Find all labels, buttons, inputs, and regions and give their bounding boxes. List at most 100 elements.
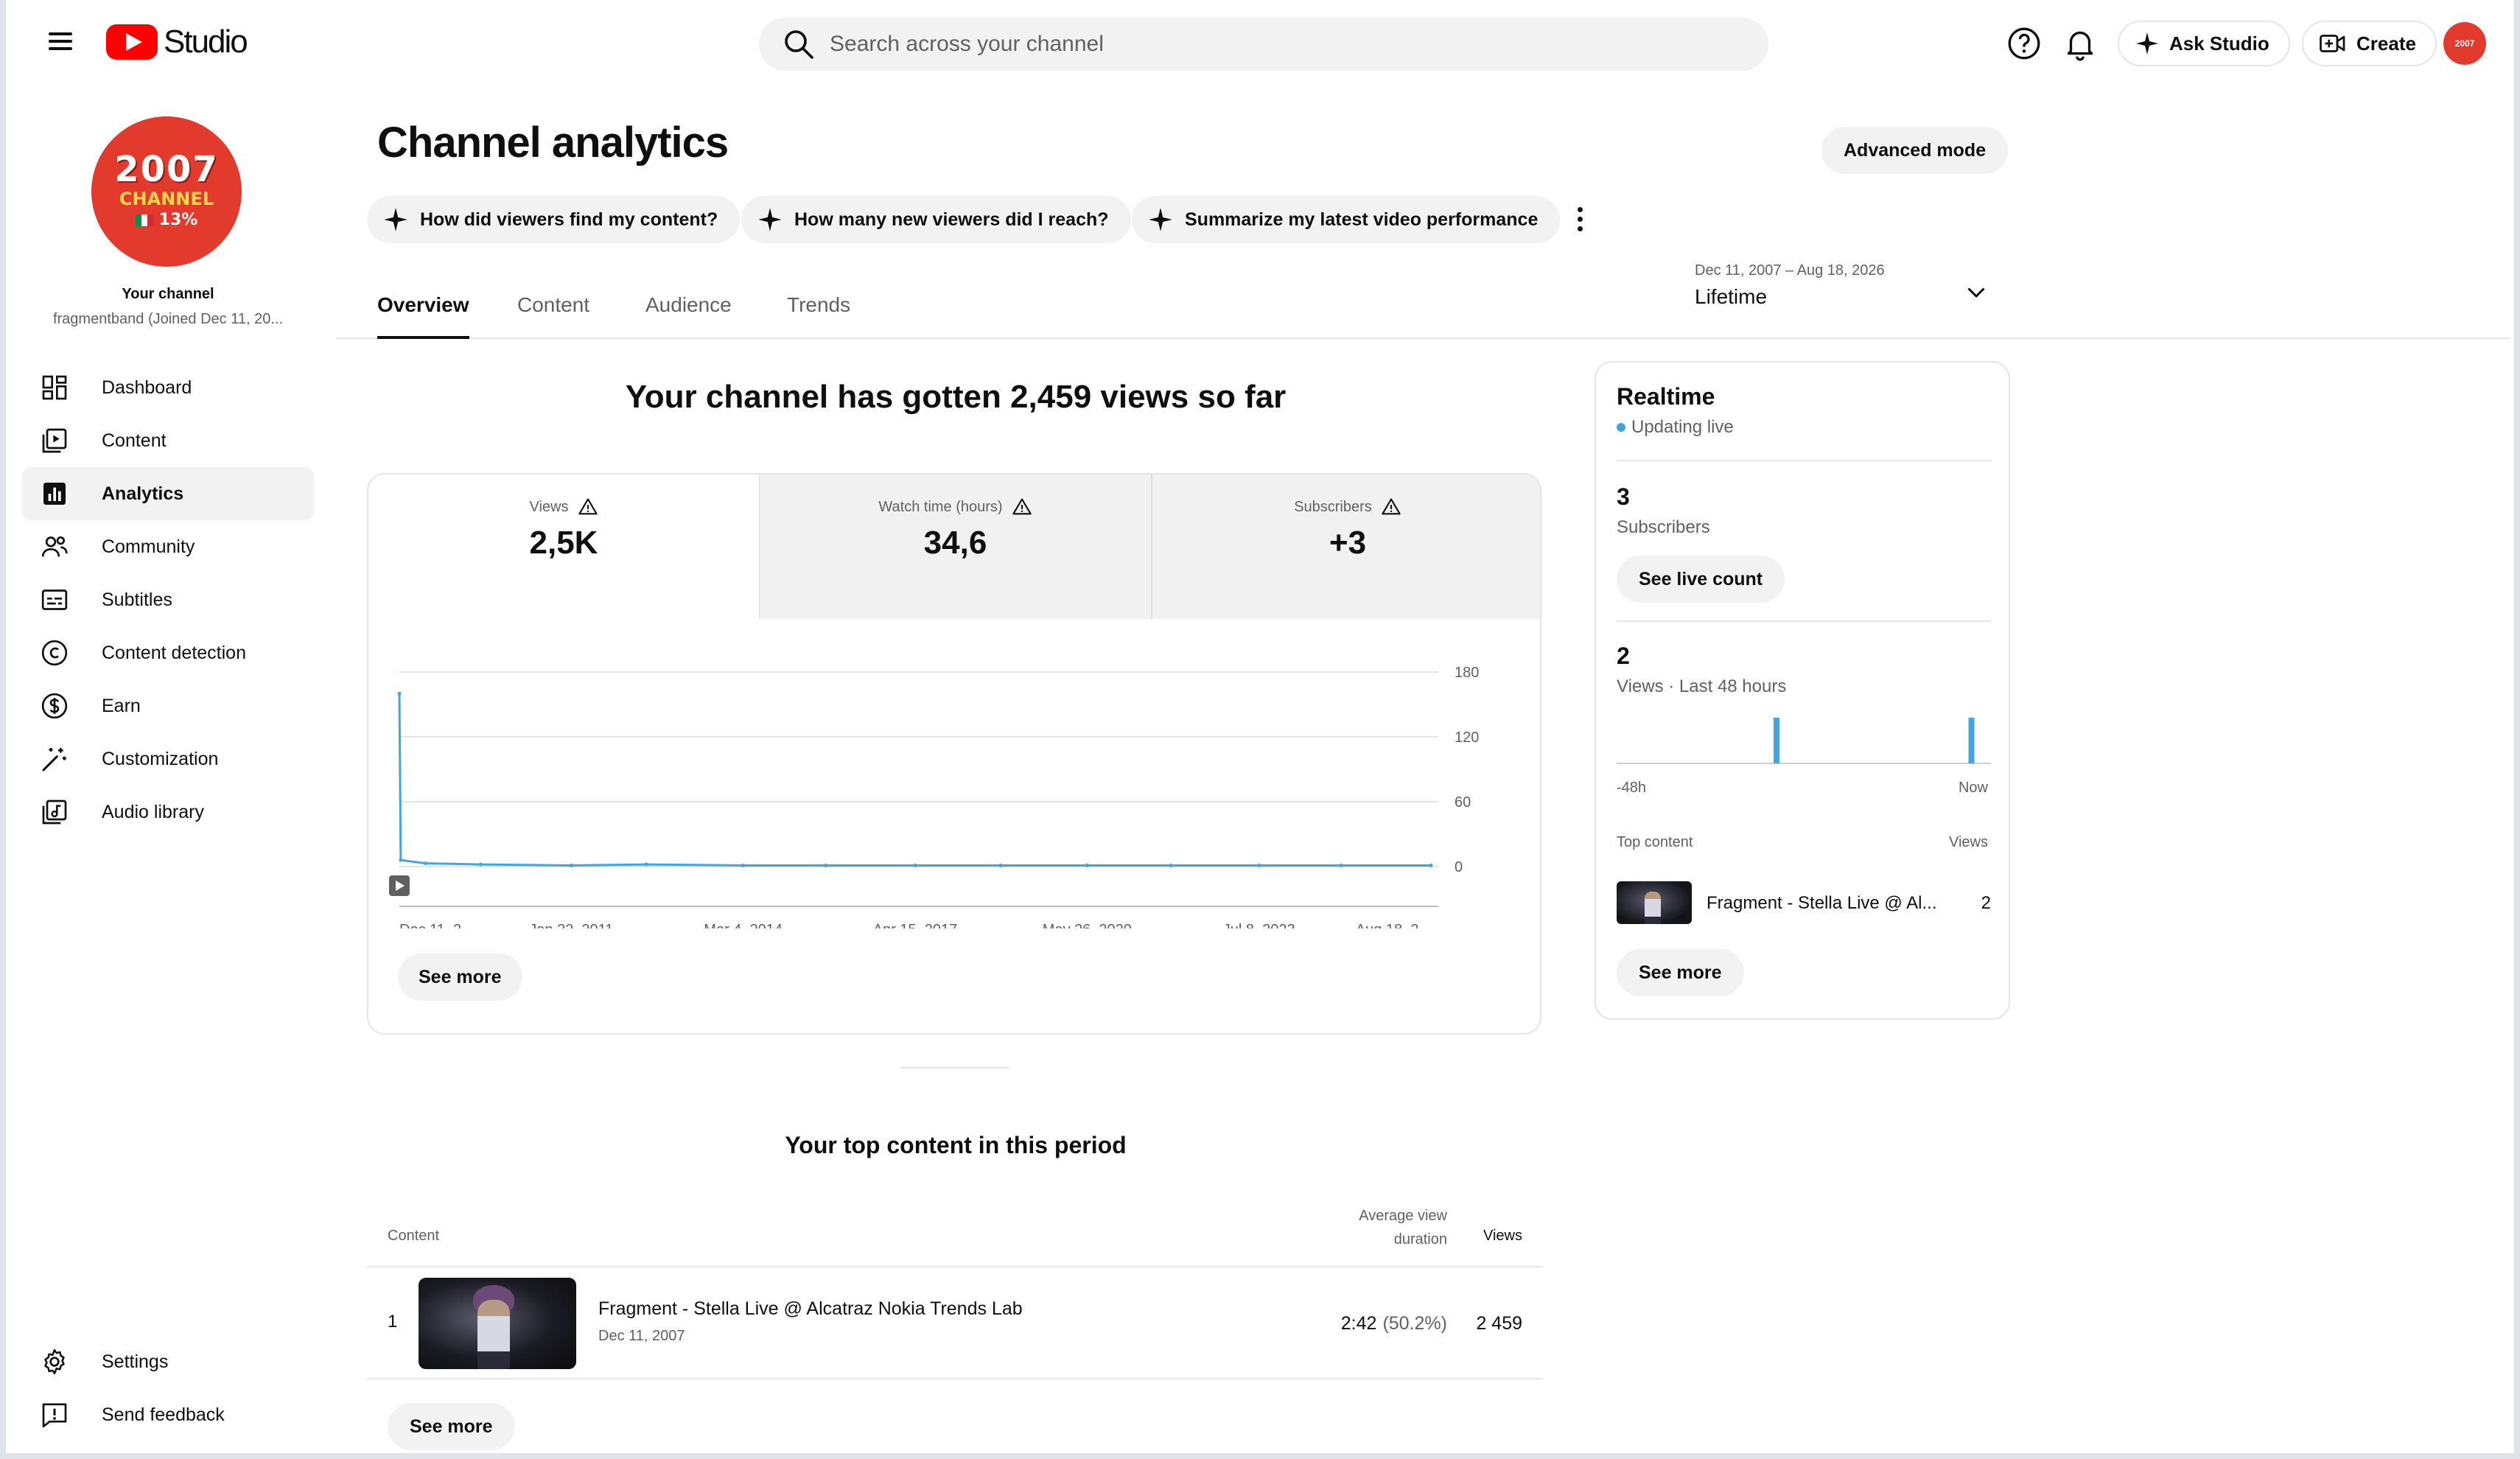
analytics-icon — [38, 477, 71, 510]
sidebar-item-label: Settings — [102, 1351, 169, 1372]
search-bar[interactable] — [759, 18, 1768, 71]
y-tick-label: 60 — [1455, 794, 1471, 811]
help-icon[interactable] — [2006, 25, 2043, 62]
tab-audience[interactable]: Audience — [645, 293, 732, 339]
studio-logo[interactable]: Studio — [106, 22, 248, 62]
suggestion-chip[interactable]: Summarize my latest video performance — [1132, 196, 1561, 243]
realtime-views-label: Views · Last 48 hours — [1617, 676, 1787, 696]
video-thumbnail[interactable] — [419, 1278, 576, 1369]
account-avatar[interactable]: 2007 — [2443, 22, 2486, 65]
sidebar-item-label: Dashboard — [102, 377, 192, 398]
create-label: Create — [2356, 32, 2416, 55]
sidebar-item-label: Audio library — [102, 801, 204, 822]
tab-overview[interactable]: Overview — [377, 293, 469, 339]
table-row[interactable]: 1 Fragment - Stella Live @ Alcatraz Noki… — [367, 1267, 1543, 1379]
channel-avatar-year: 2007 — [114, 149, 219, 190]
magic-wand-icon — [38, 743, 71, 775]
sidebar-item-community[interactable]: Community — [22, 520, 314, 573]
see-more-button[interactable]: See more — [388, 1403, 515, 1450]
see-more-button[interactable]: See more — [398, 954, 522, 1001]
row-rank: 1 — [388, 1312, 398, 1332]
sidebar-item-label: Content detection — [102, 642, 246, 663]
menu-icon[interactable] — [43, 28, 78, 57]
feedback-icon — [38, 1399, 71, 1431]
warning-icon — [1382, 498, 1401, 515]
ask-studio-button[interactable]: Ask Studio — [2118, 21, 2290, 66]
community-icon — [38, 531, 71, 563]
video-title[interactable]: Fragment - Stella Live @ Alcatraz Nokia … — [598, 1298, 1023, 1320]
sidebar-item-send-feedback[interactable]: Send feedback — [22, 1388, 314, 1441]
realtime-top-item-title: Fragment - Stella Live @ Al... — [1707, 893, 1937, 913]
top-content-table: Content Average view duration Views 1 Fra… — [367, 1194, 1543, 1379]
data-point — [397, 691, 402, 696]
sidebar-item-customization[interactable]: Customization — [22, 732, 314, 786]
metric-label: Watch time (hours) — [760, 497, 1151, 517]
see-more-button[interactable]: See more — [1617, 949, 1744, 996]
suggestion-chip[interactable]: How did viewers find my content? — [367, 196, 741, 243]
bell-icon[interactable] — [2062, 25, 2099, 62]
realtime-top-item[interactable]: Fragment - Stella Live @ Al... 2 — [1617, 881, 1991, 926]
metric-label-text: Watch time (hours) — [878, 498, 1003, 515]
gear-icon — [38, 1346, 71, 1378]
metric-views[interactable]: Views 2,5K — [368, 475, 759, 619]
column-header-content: Content — [388, 1228, 440, 1244]
tab-content[interactable]: Content — [517, 293, 589, 339]
x-tick-label: Apr 15, 2017 — [873, 922, 958, 928]
window-frame-bottom — [0, 1453, 2520, 1459]
italy-flag-icon — [135, 214, 153, 226]
sidebar-item-label: Send feedback — [102, 1404, 225, 1425]
sidebar-item-analytics[interactable]: Analytics — [22, 467, 314, 520]
realtime-axis-start: -48h — [1617, 780, 1647, 796]
avg-view-duration: 2:42 (50.2%) — [1263, 1313, 1447, 1334]
sidebar-item-label: Community — [102, 536, 195, 557]
sidebar-item-audio-library[interactable]: Audio library — [22, 786, 314, 839]
channel-avatar[interactable]: 2007 CHANNEL 13% — [91, 116, 242, 267]
sidebar-item-earn[interactable]: Earn — [22, 679, 314, 732]
sidebar-nav: Dashboard Content Analytics Community Su… — [22, 361, 314, 839]
column-header-avd[interactable]: Average view duration — [1281, 1204, 1447, 1251]
data-point — [998, 864, 1003, 868]
video-thumbnail[interactable] — [1617, 881, 1692, 924]
y-tick-label: 180 — [1455, 665, 1479, 681]
advanced-mode-button[interactable]: Advanced mode — [1821, 127, 2009, 174]
sidebar-item-label: Subtitles — [102, 589, 172, 610]
create-video-icon — [2320, 35, 2345, 52]
sidebar: 2007 CHANNEL 13% Your channel fragmentba… — [6, 88, 330, 1453]
views-headline: Your channel has gotten 2,459 views so f… — [625, 379, 1287, 415]
column-header-views[interactable]: Views — [1443, 1228, 1522, 1245]
data-point — [824, 864, 828, 868]
tab-trends[interactable]: Trends — [787, 293, 850, 339]
sidebar-item-dashboard[interactable]: Dashboard — [22, 361, 314, 414]
sidebar-item-label: Analytics — [102, 483, 184, 504]
more-options-icon[interactable] — [1571, 202, 1589, 236]
suggestion-chip[interactable]: How many new viewers did I reach? — [741, 196, 1131, 243]
sidebar-item-settings[interactable]: Settings — [22, 1335, 314, 1388]
sparkle-icon — [2136, 32, 2158, 55]
column-header-avd-line2: duration — [1393, 1231, 1447, 1248]
y-tick-label: 0 — [1455, 859, 1463, 875]
sidebar-item-label: Content — [102, 430, 167, 451]
subtitles-icon — [38, 584, 71, 616]
sidebar-item-subtitles[interactable]: Subtitles — [22, 573, 314, 626]
data-point — [1429, 864, 1433, 868]
sidebar-item-content-detection[interactable]: Content detection — [22, 626, 314, 679]
realtime-top-content-label: Top content — [1617, 834, 1693, 850]
metric-value: 34,6 — [923, 525, 987, 561]
window-frame-right — [2514, 0, 2520, 1459]
divider — [1617, 620, 1991, 622]
your-channel-label: Your channel — [122, 286, 214, 302]
column-header-avd-line1: Average view — [1359, 1208, 1447, 1224]
realtime-card: Realtime Updating live 3 Subscribers See… — [1595, 361, 2010, 1020]
realtime-bar — [1773, 718, 1779, 763]
metric-subscribers[interactable]: Subscribers +3 — [1151, 475, 1540, 619]
sidebar-item-content[interactable]: Content — [22, 414, 314, 467]
metric-watch-time[interactable]: Watch time (hours) 34,6 — [759, 475, 1151, 619]
views-line-chart[interactable]: 180 120 60 0 Dec 11, 2... Jan 22, 2011 Mar 4, … — [368, 619, 1541, 928]
data-point — [913, 864, 917, 868]
data-point — [1169, 864, 1173, 868]
see-live-count-button[interactable]: See live count — [1617, 556, 1785, 603]
realtime-views-bar-chart[interactable] — [1617, 701, 1991, 768]
data-point — [399, 858, 403, 862]
search-input[interactable] — [830, 32, 1714, 57]
create-button[interactable]: Create — [2302, 21, 2437, 66]
